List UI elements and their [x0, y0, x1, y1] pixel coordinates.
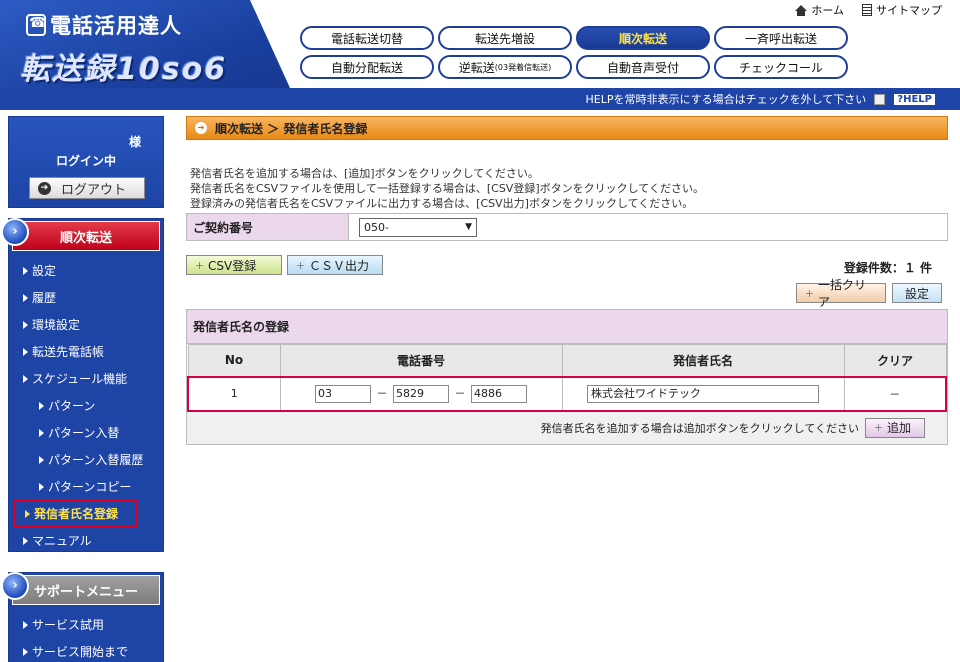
- sidebar-item-pattern-copy[interactable]: パターンコピー: [9, 473, 163, 500]
- contract-row: ご契約番号 050- ▼: [186, 213, 948, 241]
- logout-button[interactable]: ➔ ログアウト: [29, 177, 145, 199]
- dropdown-arrow-icon: ▼: [465, 222, 472, 232]
- column-header: 電話番号: [279, 344, 563, 377]
- triangle-right-icon: [23, 647, 28, 656]
- registration-panel: 発信者氏名の登録 No 電話番号 発信者氏名 クリア 1 03 － 5829 － 488…: [186, 309, 948, 445]
- breadcrumb: ➔ 順次転送 ＞ 発信者氏名登録: [186, 116, 948, 140]
- caller-name-input[interactable]: 株式会社ワイドテック: [587, 384, 819, 403]
- help-bar: HELPを常時非表示にする場合はチェックを外して下さい ?HELP: [0, 88, 960, 110]
- sidebar-item-settings[interactable]: 設定: [9, 257, 163, 284]
- sidebar-item-trial[interactable]: サービス試用: [9, 611, 163, 638]
- main-nav: 電話転送切替 転送先増設 順次転送 一斉呼出転送 自動分配転送 逆転送 (03発着…: [300, 26, 848, 79]
- triangle-right-icon: [39, 482, 44, 491]
- nav-reverse-forward[interactable]: 逆転送 (03発着信転送): [438, 55, 572, 79]
- nav-auto-voice[interactable]: 自動音声受付: [576, 55, 710, 79]
- plus-icon: ＋: [296, 261, 306, 272]
- clear-all-button[interactable]: ＋一括クリア: [796, 278, 886, 309]
- sidebar-item-caller-name[interactable]: 発信者氏名登録: [13, 500, 137, 527]
- nav-check-call[interactable]: チェックコール: [714, 55, 848, 79]
- tel-part3-input[interactable]: 4886: [471, 384, 527, 403]
- section-sequential-forward[interactable]: 順次転送: [12, 221, 160, 251]
- tel-part1-input[interactable]: 03: [315, 384, 371, 403]
- triangle-right-icon: [23, 536, 28, 545]
- help-icon[interactable]: ?HELP: [893, 92, 936, 106]
- triangle-right-icon: [39, 428, 44, 437]
- intro-text: 発信者氏名を追加する場合は、[追加]ボタンをクリックしてください。 発信者氏名を…: [190, 167, 704, 210]
- triangle-right-icon: [23, 347, 28, 356]
- arrow-right-icon: ➔: [195, 122, 207, 134]
- home-icon: [795, 4, 808, 16]
- nav-call-forward-switch[interactable]: 電話転送切替: [300, 26, 434, 50]
- plus-icon: ＋: [805, 289, 815, 300]
- sidebar: 様 ログイン中 ➔ ログアウト › 順次転送 設定 履歴 環境設定 転送先電話帳…: [0, 110, 172, 662]
- chevron-right-icon: ›: [1, 572, 29, 600]
- sidebar-item-schedule[interactable]: スケジュール機能: [9, 365, 163, 392]
- column-header: No: [187, 344, 281, 377]
- sidebar-item-pattern-swap[interactable]: パターン入替: [9, 419, 163, 446]
- triangle-right-icon: [39, 401, 44, 410]
- sitemap-link[interactable]: サイトマップ: [862, 2, 942, 18]
- top-links: ホーム サイトマップ: [795, 2, 942, 18]
- triangle-right-icon: [23, 374, 28, 383]
- sidebar-item-pattern-swap-history[interactable]: パターン入替履歴: [9, 446, 163, 473]
- help-checkbox[interactable]: [874, 93, 886, 105]
- triangle-right-icon: [23, 620, 28, 629]
- support-menu: › サポートメニュー サービス試用 サービス開始まで: [1, 572, 164, 662]
- main-content: ➔ 順次転送 ＞ 発信者氏名登録 発信者氏名を追加する場合は、[追加]ボタンをク…: [186, 116, 948, 445]
- sidebar-item-until-start[interactable]: サービス開始まで: [9, 638, 163, 662]
- nav-add-destination[interactable]: 転送先増設: [438, 26, 572, 50]
- sidebar-item-manual[interactable]: マニュアル: [9, 527, 163, 554]
- header: 電話活用達人 転送録10so6 ホーム サイトマップ 電話転送切替 転送先増設 …: [0, 0, 960, 110]
- arrow-right-icon: ➔: [38, 181, 51, 195]
- triangle-right-icon: [39, 455, 44, 464]
- csv-register-button[interactable]: ＋ CSV登録: [186, 255, 282, 275]
- triangle-right-icon: [23, 266, 28, 275]
- caller-name-table: No 電話番号 発信者氏名 クリア 1 03 － 5829 － 4886 株式会社ワイド…: [187, 344, 947, 412]
- action-bar: ＋ CSV登録 ＋ ＣＳＶ出力 登録件数：１ 件 ＋一括クリア 設定: [186, 255, 948, 309]
- sidebar-item-pattern[interactable]: パターン: [9, 392, 163, 419]
- clear-cell: －: [843, 375, 947, 412]
- column-header: クリア: [843, 344, 947, 377]
- settings-button[interactable]: 設定: [892, 283, 942, 303]
- sitemap-icon: [862, 4, 872, 16]
- tel-part2-input[interactable]: 5829: [393, 384, 449, 403]
- registered-count: 登録件数：１ 件: [843, 261, 932, 275]
- nav-sequential-forward[interactable]: 順次転送: [576, 26, 710, 50]
- chevron-right-icon: ›: [1, 218, 29, 246]
- section-support[interactable]: サポートメニュー: [12, 575, 160, 605]
- nav-simultaneous-ring[interactable]: 一斉呼出転送: [714, 26, 848, 50]
- add-button[interactable]: ＋追加: [865, 417, 925, 438]
- nav-auto-distribution[interactable]: 自動分配転送: [300, 55, 434, 79]
- sidebar-item-phonebook[interactable]: 転送先電話帳: [9, 338, 163, 365]
- csv-output-button[interactable]: ＋ ＣＳＶ出力: [287, 255, 383, 275]
- column-header: 発信者氏名: [561, 344, 845, 377]
- plus-icon: ＋: [874, 424, 884, 434]
- triangle-right-icon: [23, 320, 28, 329]
- sidebar-item-environment[interactable]: 環境設定: [9, 311, 163, 338]
- contract-number-select[interactable]: 050- ▼: [359, 217, 477, 237]
- phone-icon: [26, 14, 47, 36]
- triangle-right-icon: [23, 293, 28, 302]
- table-row: 1 03 － 5829 － 4886 株式会社ワイドテック －: [187, 375, 947, 412]
- plus-icon: ＋: [195, 261, 205, 272]
- function-menu: › 順次転送 設定 履歴 環境設定 転送先電話帳 スケジュール機能 パターン パ…: [1, 218, 164, 554]
- home-link[interactable]: ホーム: [795, 2, 844, 18]
- triangle-right-icon: [25, 509, 30, 518]
- sidebar-item-history[interactable]: 履歴: [9, 284, 163, 311]
- login-box: 様 ログイン中 ➔ ログアウト: [8, 116, 164, 208]
